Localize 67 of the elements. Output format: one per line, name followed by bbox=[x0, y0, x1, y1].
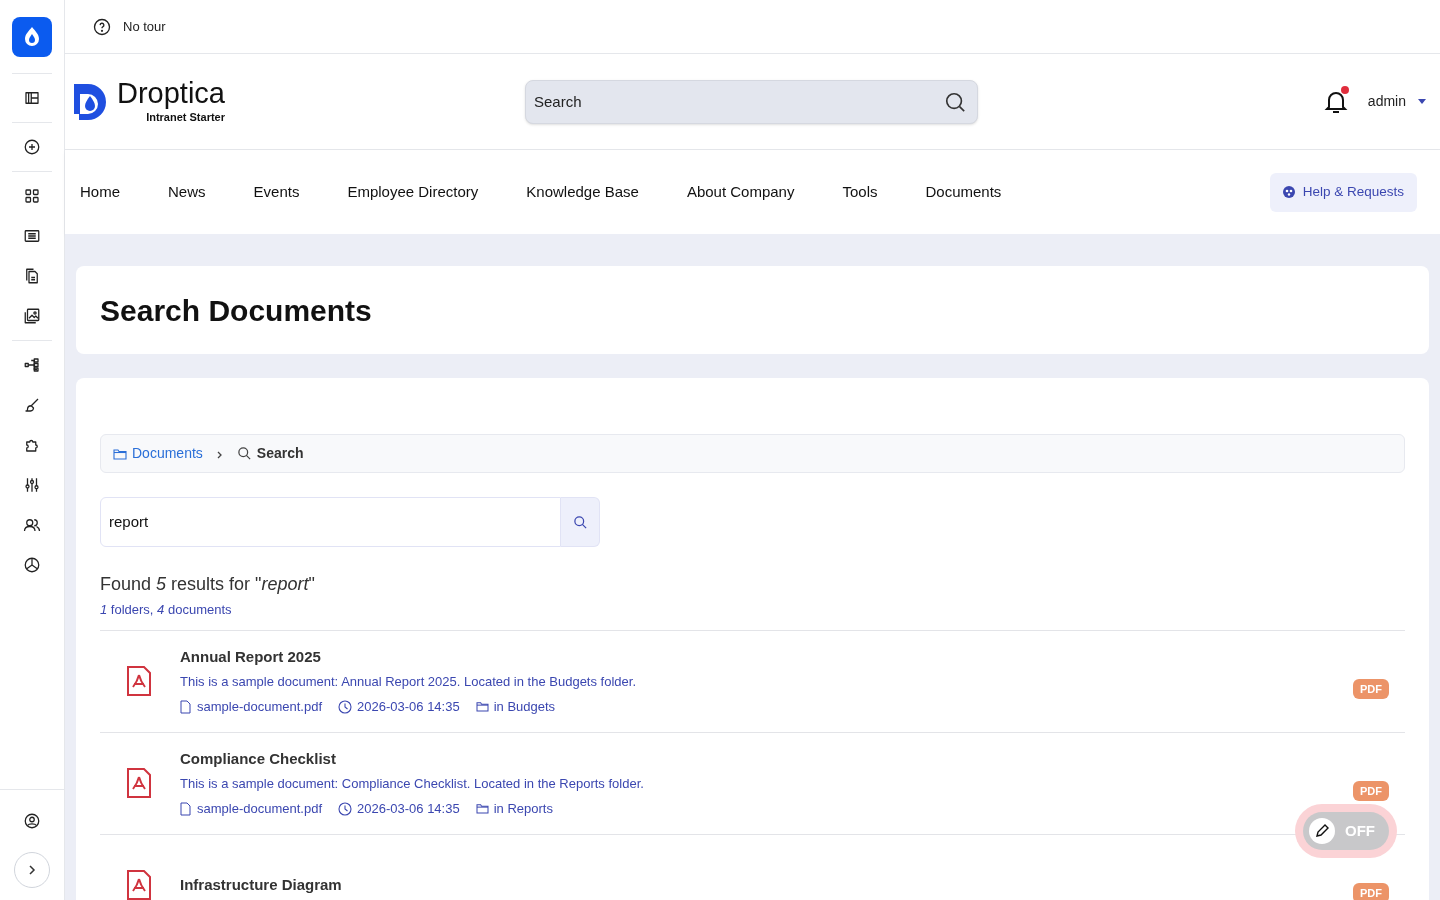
breadcrumb-link[interactable]: Search bbox=[256, 443, 304, 464]
file-type-badge: PDF bbox=[1353, 882, 1389, 900]
hierarchy-icon[interactable] bbox=[23, 356, 41, 374]
document-title[interactable]: Annual Report 2025 bbox=[180, 645, 1353, 669]
document-description: This is a sample document: Compliance Checklist. Located in the Reports folder. bbox=[180, 775, 645, 794]
nav-link[interactable]: Events bbox=[253, 180, 300, 204]
sliders-icon[interactable] bbox=[23, 476, 41, 494]
breadcrumb-link[interactable]: Documents bbox=[132, 443, 203, 464]
chevron-right-icon bbox=[216, 451, 223, 459]
modified-date: 2026-03-06 14:35 bbox=[357, 697, 460, 716]
search-icon bbox=[236, 446, 252, 461]
caret-icon bbox=[1418, 99, 1426, 104]
tour-button[interactable]: No tour bbox=[123, 16, 166, 37]
add-icon[interactable] bbox=[23, 138, 41, 156]
document-description: This is a sample document: Annual Report 2025. Located in the Budgets folder. bbox=[180, 673, 637, 692]
page-title: Search Documents bbox=[100, 292, 372, 329]
document-title[interactable]: Infrastructure Diagram bbox=[180, 873, 1353, 897]
nav-link[interactable]: About Company bbox=[686, 180, 795, 204]
folder-name: in Budgets bbox=[493, 697, 556, 716]
brand-name: Droptica bbox=[117, 77, 225, 110]
file-icon bbox=[180, 801, 191, 816]
file-name: sample-document.pdf bbox=[197, 799, 322, 818]
documents-icon[interactable] bbox=[23, 267, 41, 285]
file-type-badge: PDF bbox=[1353, 678, 1389, 700]
support-icon bbox=[1282, 186, 1295, 198]
nav-link[interactable]: News bbox=[168, 180, 206, 204]
search-icon[interactable] bbox=[944, 90, 966, 113]
pdf-file-icon bbox=[126, 767, 152, 799]
search-icon bbox=[572, 514, 588, 530]
pencil-icon bbox=[1309, 818, 1335, 844]
nav-link[interactable]: Home bbox=[80, 180, 120, 204]
help-icon bbox=[93, 17, 111, 36]
clock-icon bbox=[338, 699, 352, 714]
nav-link[interactable]: Knowledge Base bbox=[526, 180, 639, 204]
layout-icon[interactable] bbox=[23, 89, 41, 107]
pdf-file-icon bbox=[126, 869, 152, 900]
brush-icon[interactable] bbox=[23, 396, 41, 414]
search-input[interactable]: report bbox=[100, 497, 561, 547]
nav-link[interactable]: Tools bbox=[842, 180, 878, 204]
file-type-badge: PDF bbox=[1353, 780, 1389, 802]
list-icon[interactable] bbox=[23, 227, 41, 245]
people-icon[interactable] bbox=[23, 516, 41, 534]
pdf-file-icon bbox=[126, 665, 152, 697]
drop-icon bbox=[22, 25, 42, 48]
image-icon[interactable] bbox=[23, 307, 41, 325]
pie-chart-icon[interactable] bbox=[23, 556, 41, 574]
chevron-right-icon bbox=[26, 864, 38, 876]
folder-name: in Reports bbox=[493, 799, 553, 818]
search-field[interactable]: Search bbox=[525, 79, 978, 124]
grid-icon[interactable] bbox=[23, 187, 41, 205]
folder-icon bbox=[475, 701, 489, 712]
folder-icon bbox=[113, 447, 127, 460]
nav-link[interactable]: Documents bbox=[925, 180, 1002, 204]
app-logo[interactable] bbox=[12, 16, 52, 57]
file-name: sample-document.pdf bbox=[197, 697, 322, 716]
file-icon bbox=[180, 699, 191, 714]
user-menu[interactable]: admin bbox=[1367, 91, 1426, 112]
document-title[interactable]: Compliance Checklist bbox=[180, 747, 1353, 771]
results-summary: Found 5 results for "report" bbox=[100, 573, 316, 596]
brand-subtitle: Intranet Starter bbox=[146, 110, 225, 126]
nav-link[interactable]: Employee Directory bbox=[347, 180, 479, 204]
user-icon[interactable] bbox=[23, 812, 41, 830]
modified-date: 2026-03-06 14:35 bbox=[357, 799, 460, 818]
results-count: 1 folders, 4 documents bbox=[100, 601, 233, 619]
help-button[interactable]: Help & Requests bbox=[1269, 172, 1417, 212]
folder-icon bbox=[475, 803, 489, 814]
clock-icon bbox=[338, 801, 352, 816]
